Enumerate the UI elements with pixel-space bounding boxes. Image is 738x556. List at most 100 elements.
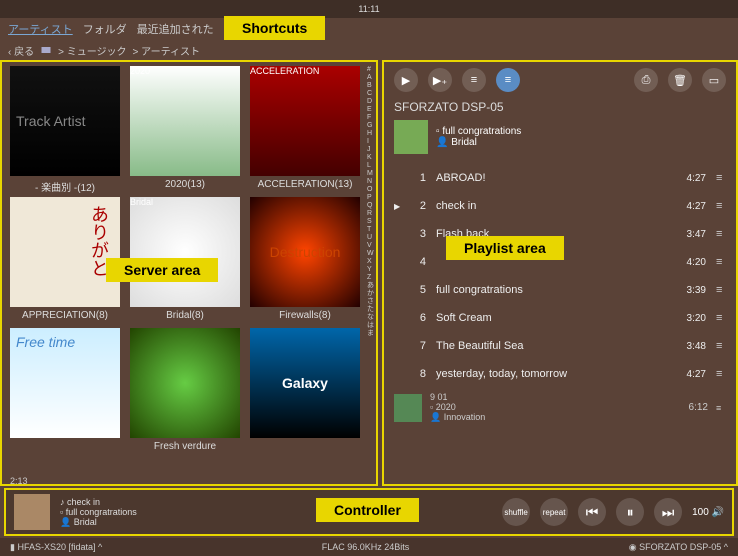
- album-title: 2020(13): [130, 179, 240, 193]
- delete-button[interactable]: 🗑: [668, 68, 692, 92]
- album-cover[interactable]: Galaxy: [250, 328, 360, 438]
- album-item[interactable]: Galaxy: [250, 328, 360, 455]
- elapsed-time: 2:13: [10, 476, 28, 486]
- track-duration: 4:27: [674, 369, 706, 380]
- track-duration: 4:20: [674, 257, 706, 268]
- tab-recent[interactable]: 最近追加された: [137, 21, 214, 37]
- album-cover[interactable]: Track Artist: [10, 66, 120, 176]
- extra-cover: [394, 394, 422, 422]
- track-menu-icon[interactable]: ≡: [716, 172, 726, 184]
- track-menu-icon[interactable]: ≡: [716, 256, 726, 268]
- prev-button[interactable]: ⏮: [578, 498, 606, 526]
- track-name: Soft Cream: [436, 312, 664, 324]
- track-number: 8: [414, 368, 426, 380]
- album-title: APPRECIATION(8): [10, 310, 120, 324]
- tab-bar: アーティスト フォルダ 最近追加された: [0, 18, 738, 40]
- callout-server: Server area: [106, 258, 218, 282]
- status-server[interactable]: ▮ HFAS-XS20 [fidata] ^: [10, 542, 102, 553]
- playlist-cover[interactable]: [394, 120, 428, 154]
- album-item[interactable]: Free time: [10, 328, 120, 455]
- track-menu-icon[interactable]: ≡: [716, 340, 726, 352]
- now-playing-album: ▫ full congratrations: [60, 507, 137, 517]
- track-number: 2: [414, 200, 426, 212]
- next-button[interactable]: ⏭: [654, 498, 682, 526]
- callout-playlist: Playlist area: [446, 236, 564, 260]
- bc-music[interactable]: > ミュージック: [58, 43, 126, 58]
- now-playing-artist: 👤 Bridal: [60, 517, 137, 528]
- breadcrumb: ‹ 戻る > ミュージック > アーティスト: [0, 40, 738, 60]
- album-title: Fresh verdure: [130, 441, 240, 455]
- track-number: 6: [414, 312, 426, 324]
- track-name: check in: [436, 200, 664, 212]
- track-duration: 4:27: [674, 201, 706, 212]
- album-title: [250, 441, 360, 455]
- track-row[interactable]: 6Soft Cream3:20≡: [394, 304, 726, 332]
- track-menu-icon[interactable]: ≡: [716, 228, 726, 240]
- now-playing-cover[interactable]: [14, 494, 50, 530]
- play-now-button[interactable]: ▶: [394, 68, 418, 92]
- track-number: 3: [414, 228, 426, 240]
- alpha-index[interactable]: #ABCDEFGHIJKLMNOPQRSTUVWXYZあかさたなはま: [367, 66, 374, 338]
- track-duration: 3:47: [674, 229, 706, 240]
- track-number: 1: [414, 172, 426, 184]
- pause-button[interactable]: ⏸: [616, 498, 644, 526]
- album-cover[interactable]: 2020: [130, 66, 240, 176]
- callout-controller: Controller: [316, 498, 419, 522]
- tab-artist[interactable]: アーティスト: [8, 21, 73, 37]
- track-duration: 3:48: [674, 341, 706, 352]
- save-button[interactable]: ⎙: [634, 68, 658, 92]
- track-number: 4: [414, 256, 426, 268]
- server-icon: [40, 44, 52, 56]
- track-row[interactable]: ▶ 2 check in 4:27 ≡: [394, 192, 726, 220]
- book-button[interactable]: ▭: [702, 68, 726, 92]
- shuffle-button[interactable]: shuffle: [502, 498, 530, 526]
- album-item[interactable]: ありがと APPRECIATION(8): [10, 197, 120, 324]
- ios-status-bar: 11:11: [0, 0, 738, 18]
- back-button[interactable]: ‹ 戻る: [8, 43, 34, 58]
- track-menu-icon[interactable]: ≡: [716, 403, 726, 413]
- album-item[interactable]: Fresh verdure: [130, 328, 240, 455]
- play-next-button[interactable]: ▶₊: [428, 68, 452, 92]
- volume[interactable]: 100 🔊: [692, 507, 724, 518]
- playlist-area: ▶ ▶₊ ≡ ≡ ⎙ 🗑 ▭ SFORZATO DSP-05 ▫ full co…: [382, 60, 738, 486]
- repeat-button[interactable]: repeat: [540, 498, 568, 526]
- album-cover[interactable]: [130, 328, 240, 438]
- tab-folder[interactable]: フォルダ: [83, 21, 127, 37]
- playing-icon: ▶: [394, 202, 404, 211]
- album-cover[interactable]: ありがと: [10, 197, 120, 307]
- album-title: [10, 441, 120, 455]
- track-row[interactable]: 1 ABROAD! 4:27 ≡: [394, 164, 726, 192]
- track-menu-icon[interactable]: ≡: [716, 368, 726, 380]
- track-menu-icon[interactable]: ≡: [716, 284, 726, 296]
- track-row[interactable]: 7The Beautiful Sea3:48≡: [394, 332, 726, 360]
- track-menu-icon[interactable]: ≡: [716, 200, 726, 212]
- status-bar: ▮ HFAS-XS20 [fidata] ^ FLAC 96.0KHz 24Bi…: [0, 538, 738, 556]
- album-item[interactable]: ACCELERATIONACCELERATION(13): [250, 66, 360, 193]
- bc-artist[interactable]: > アーティスト: [133, 43, 200, 58]
- album-item[interactable]: Destruction Firewalls(8): [250, 197, 360, 324]
- track-menu-icon[interactable]: ≡: [716, 312, 726, 324]
- playlist-album: ▫ full congratrations: [436, 126, 521, 137]
- album-cover[interactable]: Destruction: [250, 197, 360, 307]
- track-name: full congratrations: [436, 284, 664, 296]
- album-item[interactable]: Track Artist- 楽曲別 -(12): [10, 66, 120, 193]
- playlist-extra-track[interactable]: 9 01 ▫ 2020 👤 Innovation 6:12 ≡: [394, 388, 726, 427]
- list-button[interactable]: ≡: [496, 68, 520, 92]
- status-renderer[interactable]: ◉ SFORZATO DSP-05 ^: [629, 542, 728, 553]
- track-duration: 4:27: [674, 173, 706, 184]
- controller-area: 2:13 ♪ check in ▫ full congratrations 👤 …: [4, 488, 734, 536]
- album-item[interactable]: 2020 2020(13): [130, 66, 240, 193]
- queue-button[interactable]: ≡: [462, 68, 486, 92]
- track-row[interactable]: 8yesterday, today, tomorrow4:27≡: [394, 360, 726, 388]
- playlist-device: SFORZATO DSP-05: [394, 100, 726, 114]
- callout-shortcuts: Shortcuts: [224, 16, 325, 40]
- track-row[interactable]: 5 full congratrations 3:39 ≡: [394, 276, 726, 304]
- album-cover[interactable]: ACCELERATION: [250, 66, 360, 176]
- album-cover[interactable]: Free time: [10, 328, 120, 438]
- track-number: 5: [414, 284, 426, 296]
- now-playing-track: ♪ check in: [60, 497, 137, 507]
- track-duration: 3:39: [674, 285, 706, 296]
- album-cover[interactable]: Bridal: [130, 197, 240, 307]
- track-name: ABROAD!: [436, 172, 664, 184]
- album-title: Firewalls(8): [250, 310, 360, 324]
